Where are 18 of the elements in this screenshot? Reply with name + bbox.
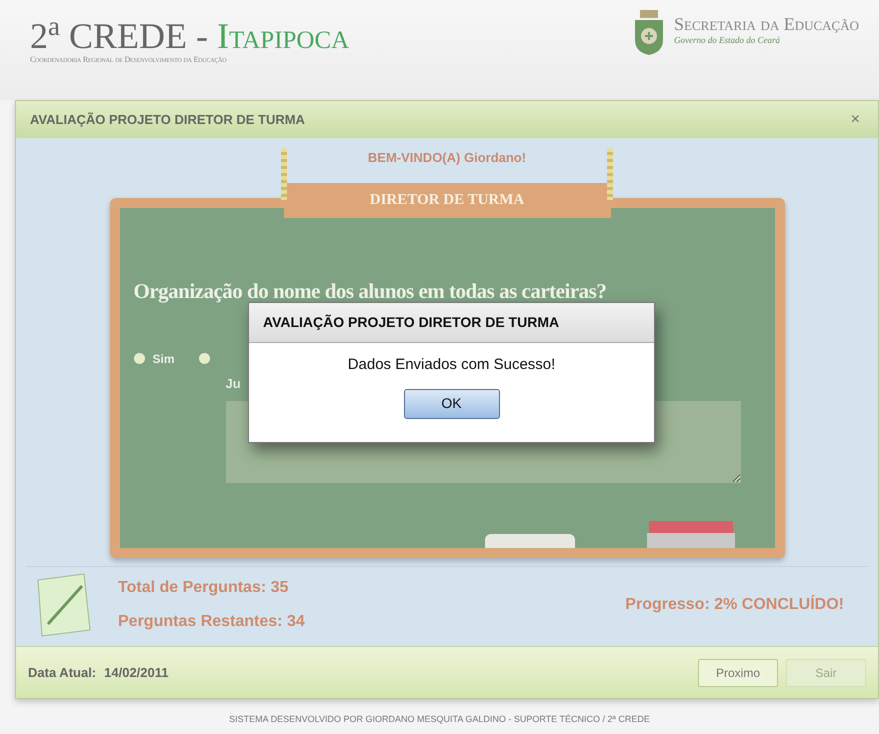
remaining-questions: Perguntas Restantes: 34 [118, 612, 305, 632]
dialog-title: AVALIAÇÃO PROJETO DIRETOR DE TURMA [249, 303, 654, 343]
date-label: Data Atual: [28, 664, 96, 682]
site-title: 2$^{a}$ CREDE - Itapipoca [30, 18, 350, 54]
total-questions: Total de Perguntas: 35 [118, 578, 290, 598]
panel-title: AVALIAÇÃO PROJETO DIRETOR DE TURMA [30, 110, 305, 129]
credit-text: SISTEMA DESENVOLVIDO POR GIORDANO MESQUITA GALDINO - SUPORTE TÉCNICO / 2ª CREDE [228, 713, 651, 726]
board-title: DIRETOR DE TURMA [284, 183, 610, 218]
government-subtitle: Governo do Estado do Ceará [674, 34, 782, 47]
date-value: 14/02/2011 [104, 664, 168, 682]
welcome-text: BEM-VINDO(A) Giordano! [368, 149, 526, 167]
progress-text: Progresso: 2% CONCLUÍDO! [625, 594, 844, 615]
option-label: Sim [152, 350, 175, 368]
question-text: Organização do nome dos alunos em todas as carteiras? [134, 278, 608, 305]
justification-label: Ju [226, 374, 242, 392]
site-subtitle: Coordenadoria Regional de Desenvolvimento da Educação [30, 54, 228, 66]
secretariat-title: Secretaria da Educação [674, 14, 859, 34]
dialog-message: Dados Enviados com Sucesso! [346, 355, 556, 375]
